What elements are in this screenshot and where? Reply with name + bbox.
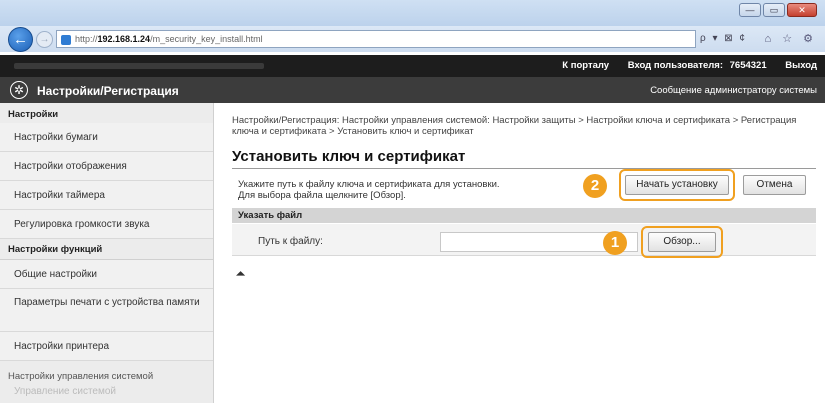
- instructions: Укажите путь к файлу ключа и сертификата…: [238, 179, 500, 201]
- portal-link[interactable]: К порталу: [562, 60, 609, 71]
- url-path: /m_security_key_install.html: [150, 34, 263, 44]
- instructions-line-2: Для выбора файла щелкните [Обзор].: [238, 190, 406, 201]
- login-id: 7654321: [729, 60, 767, 71]
- page-title: Установить ключ и сертификат: [232, 148, 466, 165]
- admin-message-link[interactable]: Сообщение администратору системы: [650, 85, 817, 96]
- home-favorites-settings-icons[interactable]: ⌂ ☆ ⚙: [765, 32, 817, 45]
- breadcrumb: Настройки/Регистрация: Настройки управле…: [232, 115, 797, 137]
- sidebar-section-settings: Настройки: [8, 109, 59, 120]
- sidebar-item-common[interactable]: Общие настройки: [0, 260, 213, 289]
- login-label: Вход пользователя: 7654321: [628, 60, 767, 71]
- specify-file-header: Указать файл: [232, 208, 816, 223]
- url-field[interactable]: http://192.168.1.24/m_security_key_insta…: [56, 30, 696, 48]
- start-install-button[interactable]: Начать установку: [625, 175, 729, 195]
- browse-button[interactable]: Обзор...: [648, 232, 716, 252]
- cancel-button[interactable]: Отмена: [743, 175, 806, 195]
- maximize-button[interactable]: ▭: [763, 3, 785, 17]
- url-prefix: http://: [75, 34, 98, 44]
- back-icon[interactable]: ←: [8, 27, 33, 52]
- sidebar: Настройки Настройки бумаги Настройки ото…: [0, 103, 214, 403]
- to-top-icon[interactable]: ⏶: [236, 268, 245, 281]
- browser-address-bar: ← → http://192.168.1.24/m_security_key_i…: [0, 26, 825, 52]
- sidebar-item-memory-print[interactable]: Параметры печати с устройства памяти: [0, 289, 213, 332]
- top-links: К порталу Вход пользователя: 7654321 Вых…: [546, 60, 817, 71]
- sidebar-item-timer[interactable]: Настройки таймера: [0, 181, 213, 210]
- sidebar-section-functions: Настройки функций: [0, 239, 213, 260]
- forward-icon[interactable]: →: [36, 31, 53, 48]
- address-tools[interactable]: ρ ▾ ⊠ ¢: [700, 33, 747, 44]
- sidebar-item-volume[interactable]: Регулировка громкости звука: [0, 210, 213, 239]
- favicon-icon: [61, 34, 71, 45]
- sidebar-item-system-mgmt[interactable]: Управление системой: [0, 386, 213, 397]
- top-bar: К порталу Вход пользователя: 7654321 Вых…: [0, 55, 825, 77]
- gear-icon: ✲: [10, 81, 28, 99]
- browser-title-bar: — ▭ ✕: [0, 0, 825, 26]
- sidebar-item-printer[interactable]: Настройки принтера: [0, 332, 213, 361]
- sidebar-item-display[interactable]: Настройки отображения: [0, 152, 213, 181]
- url-host: 192.168.1.24: [97, 34, 151, 44]
- logout-link[interactable]: Выход: [785, 60, 817, 71]
- sidebar-item-paper[interactable]: Настройки бумаги: [0, 123, 213, 152]
- header-title: Настройки/Регистрация: [37, 84, 179, 98]
- file-path-label: Путь к файлу:: [258, 236, 323, 247]
- step-badge-1: 1: [603, 231, 627, 255]
- page-header: ✲ Настройки/Регистрация Сообщение админи…: [0, 77, 825, 103]
- instructions-line-1: Укажите путь к файлу ключа и сертификата…: [238, 179, 500, 190]
- step-badge-2: 2: [583, 174, 607, 198]
- close-button[interactable]: ✕: [787, 3, 817, 17]
- login-label-text: Вход пользователя:: [627, 60, 723, 71]
- window-controls: — ▭ ✕: [739, 3, 817, 17]
- minimize-button[interactable]: —: [739, 3, 761, 17]
- device-name-blurred: [14, 63, 264, 69]
- sidebar-section-system: Настройки управления системой: [8, 371, 154, 382]
